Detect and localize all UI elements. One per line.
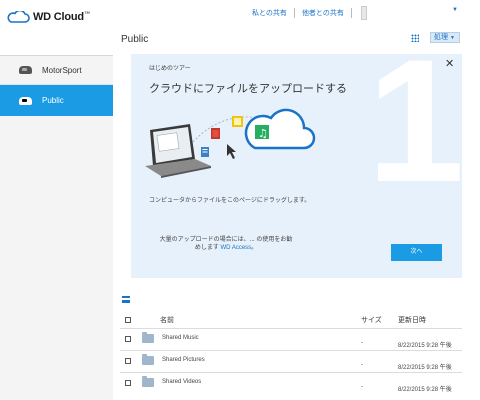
next-button[interactable]: 次へ: [391, 244, 442, 261]
row-name[interactable]: Shared Pictures: [162, 357, 205, 363]
upload-illustration: ♫: [145, 108, 316, 178]
divider: [293, 8, 295, 18]
select-all-checkbox[interactable]: [125, 317, 131, 323]
action-menu-button[interactable]: 処理 ▼: [430, 32, 460, 43]
shared-with-others-link[interactable]: 他者との共有: [302, 8, 344, 18]
divider: [350, 8, 352, 18]
row-date: 8/22/2015 9:28 午後: [398, 387, 452, 393]
tour-step-number: 1: [367, 54, 462, 219]
shared-with-me-link[interactable]: 私との共有: [252, 8, 287, 18]
cursor-icon: [227, 144, 236, 159]
row-size: -: [361, 362, 363, 368]
row-checkbox[interactable]: [125, 358, 131, 364]
tour-kicker: はじめのツアー: [149, 66, 191, 72]
logo-text: WD Cloud™: [33, 11, 90, 23]
tour-description: コンピュータからファイルをこのページにドラッグします。: [149, 198, 311, 204]
row-name[interactable]: Shared Music: [162, 335, 199, 341]
page-title: Public: [121, 34, 149, 45]
top-links: 私との共有 他者との共有: [252, 6, 367, 20]
file-list-header: 名前 サイズ 更新日時: [120, 313, 462, 327]
cloud-drive-icon: [19, 66, 32, 74]
close-icon[interactable]: ✕: [445, 57, 454, 70]
tour-heading: クラウドにファイルをアップロードする: [149, 83, 347, 95]
table-row[interactable]: Shared Pictures - 8/22/2015 9:28 午後: [120, 350, 462, 372]
table-row[interactable]: Shared Music - 8/22/2015 9:28 午後: [120, 328, 462, 350]
user-avatar[interactable]: [360, 6, 367, 20]
sidebar-item-label: MotorSport: [42, 65, 82, 75]
sidebar-item-motorsport[interactable]: MotorSport: [0, 56, 113, 85]
row-date: 8/22/2015 9:28 午後: [398, 365, 452, 371]
grid-view-icon[interactable]: [411, 34, 419, 42]
sidebar-item-public[interactable]: Public: [0, 85, 113, 116]
folder-icon: [142, 332, 154, 343]
folder-icon: [142, 376, 154, 387]
table-row[interactable]: Shared Videos - 8/22/2015 9:28 午後: [120, 372, 462, 394]
row-size: -: [361, 340, 363, 346]
tour-note: 大量のアップロードの場合には、... の使用をお勧 めします WD Access…: [159, 237, 293, 251]
tour-panel: 1 はじめのツアー ✕ クラウドにファイルをアップロードする ♫ コンピュータか…: [131, 54, 462, 278]
top-header: WD Cloud™ 私との共有 他者との共有 ▼: [0, 0, 480, 30]
account-menu-caret-icon[interactable]: ▼: [452, 7, 458, 13]
wd-cloud-logo[interactable]: WD Cloud™: [6, 11, 90, 23]
cloud-drive-icon: [19, 96, 32, 105]
cloud-logo-icon: [7, 11, 30, 23]
row-size: -: [361, 384, 363, 390]
wd-access-link[interactable]: WD Access: [221, 245, 252, 251]
row-checkbox[interactable]: [125, 380, 131, 386]
row-checkbox[interactable]: [125, 336, 131, 342]
sidebar: MotorSport Public: [0, 55, 113, 400]
column-date[interactable]: 更新日時: [398, 315, 426, 325]
column-name[interactable]: 名前: [160, 315, 174, 325]
list-menu-icon[interactable]: [122, 296, 130, 303]
row-date: 8/22/2015 9:28 午後: [398, 343, 452, 349]
sidebar-item-label: Public: [42, 96, 64, 105]
svg-text:♫: ♫: [258, 127, 268, 140]
row-name[interactable]: Shared Videos: [162, 379, 201, 385]
column-size[interactable]: サイズ: [361, 315, 382, 325]
folder-icon: [142, 354, 154, 365]
